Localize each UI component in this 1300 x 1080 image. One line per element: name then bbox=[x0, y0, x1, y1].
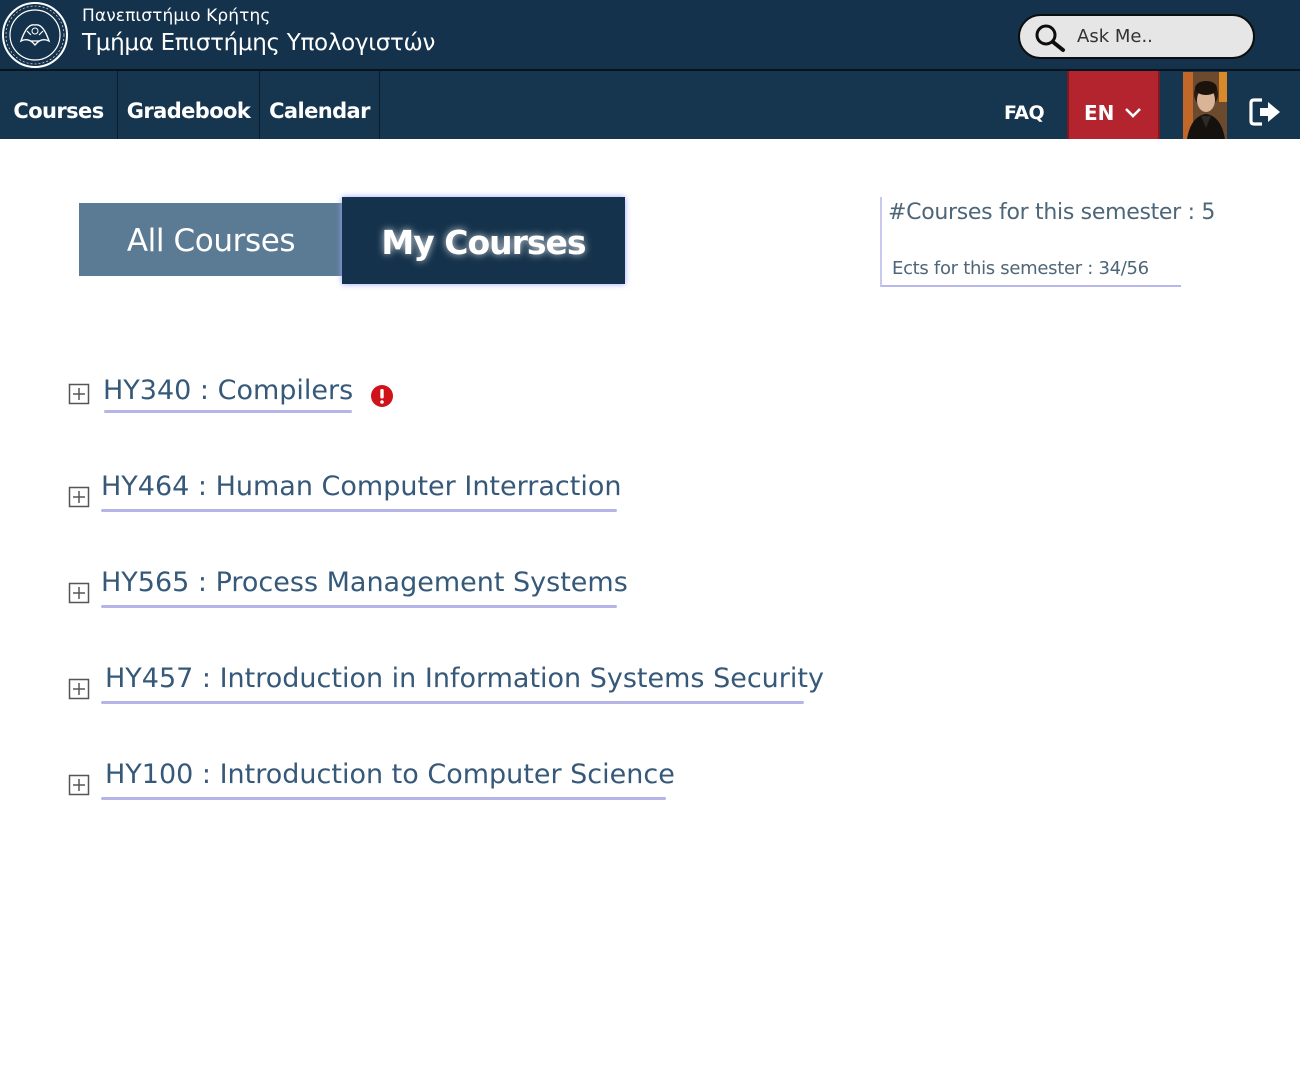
language-selector[interactable]: EN bbox=[1067, 71, 1160, 139]
search-placeholder[interactable]: Ask Me.. bbox=[1077, 26, 1153, 47]
course-underline bbox=[104, 410, 352, 413]
expand-plus-icon[interactable] bbox=[68, 678, 90, 700]
logout-icon[interactable] bbox=[1248, 97, 1282, 127]
language-label[interactable]: EN bbox=[1084, 71, 1114, 155]
main-nav: Courses Gradebook Calendar FAQ EN bbox=[0, 69, 1300, 139]
top-header: Πανεπιστήμιο Κρήτης Τμήμα Επιστήμης Υπολ… bbox=[0, 0, 1300, 69]
course-title[interactable]: HY100 : Introduction to Computer Science bbox=[105, 759, 681, 790]
course-underline bbox=[101, 605, 617, 608]
list-item[interactable]: HY464 : Human Computer Interraction bbox=[0, 471, 900, 521]
expand-plus-icon[interactable] bbox=[68, 582, 90, 604]
course-underline bbox=[101, 797, 666, 800]
tab-all-courses[interactable]: All Courses bbox=[79, 203, 343, 276]
alert-icon[interactable] bbox=[370, 384, 394, 408]
ects-count: Ects for this semester : 34/56 bbox=[892, 258, 1149, 279]
list-item[interactable]: HY340 : Compilers bbox=[0, 375, 900, 425]
courses-count: #Courses for this semester : 5 bbox=[888, 200, 1216, 225]
list-item[interactable]: HY457 : Introduction in Information Syst… bbox=[0, 663, 900, 713]
nav-item-gradebook[interactable]: Gradebook bbox=[118, 71, 259, 139]
course-title[interactable]: HY565 : Process Management Systems bbox=[101, 567, 634, 598]
university-name: Πανεπιστήμιο Κρήτης bbox=[82, 6, 271, 26]
course-title[interactable]: HY340 : Compilers bbox=[103, 375, 359, 406]
course-underline bbox=[101, 701, 804, 704]
course-title[interactable]: HY457 : Introduction in Information Syst… bbox=[105, 663, 830, 694]
nav-divider bbox=[379, 71, 380, 139]
expand-plus-icon[interactable] bbox=[68, 486, 90, 508]
search-icon[interactable] bbox=[1034, 23, 1066, 53]
department-name: Τμήμα Επιστήμης Υπολογιστών bbox=[82, 30, 436, 56]
list-item[interactable]: HY565 : Process Management Systems bbox=[0, 567, 900, 617]
expand-plus-icon[interactable] bbox=[68, 383, 90, 405]
faq-link[interactable]: FAQ bbox=[1004, 71, 1045, 139]
semester-stats: #Courses for this semester : 5 Ects for … bbox=[880, 197, 1215, 287]
search-input[interactable]: Ask Me.. bbox=[1018, 14, 1255, 59]
expand-plus-icon[interactable] bbox=[68, 774, 90, 796]
list-item[interactable]: HY100 : Introduction to Computer Science bbox=[0, 759, 900, 809]
course-title[interactable]: HY464 : Human Computer Interraction bbox=[101, 471, 627, 502]
course-underline bbox=[101, 509, 617, 512]
tab-my-courses[interactable]: My Courses bbox=[342, 197, 625, 284]
chevron-down-icon[interactable] bbox=[1123, 106, 1143, 120]
university-seal-icon[interactable] bbox=[1, 1, 69, 69]
avatar[interactable] bbox=[1183, 72, 1227, 139]
nav-item-courses[interactable]: Courses bbox=[0, 71, 117, 139]
nav-item-calendar[interactable]: Calendar bbox=[260, 71, 379, 139]
